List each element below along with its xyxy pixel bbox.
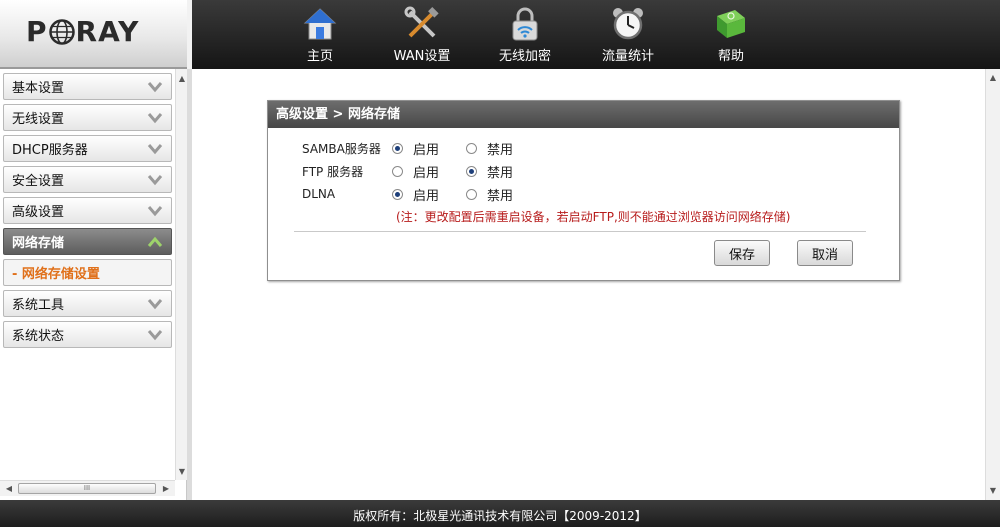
sidebar-item-dhcp-server[interactable]: DHCP服务器 bbox=[3, 135, 172, 162]
ftp-disable-option[interactable]: 禁用 bbox=[466, 162, 540, 181]
network-storage-panel: 高级设置 > 网络存储 SAMBA服务器 启用 禁用 FTP 服务器 启用 禁用 bbox=[267, 100, 900, 281]
nav-home-label: 主页 bbox=[306, 49, 333, 64]
sidebar-item-label: 安全设置 bbox=[12, 174, 65, 189]
globe-icon bbox=[48, 18, 75, 45]
chevron-down-icon bbox=[147, 113, 163, 124]
sidebar-item-label: 网络存储 bbox=[12, 236, 65, 251]
panel-title: 高级设置 > 网络存储 bbox=[268, 101, 899, 128]
scroll-up-arrow-icon[interactable]: ▲ bbox=[987, 72, 999, 84]
sidebar-item-label: 基本设置 bbox=[12, 81, 65, 96]
sidebar-item-label: 无线设置 bbox=[12, 112, 65, 127]
ftp-disable-label: 禁用 bbox=[487, 165, 514, 181]
sidebar-subitem-network-storage-settings[interactable]: - 网络存储设置 bbox=[3, 259, 172, 286]
restart-note: (注：更改配置后需重启设备，若启动FTP,则不能通过浏览器访问网络存储) bbox=[396, 210, 791, 224]
samba-disable-label: 禁用 bbox=[487, 142, 514, 158]
scroll-right-arrow-icon[interactable]: ▶ bbox=[160, 483, 172, 495]
ftp-server-label: FTP 服务器 bbox=[302, 164, 364, 179]
sidebar-item-wireless-settings[interactable]: 无线设置 bbox=[3, 104, 172, 131]
logo-letters-ray: RAY bbox=[75, 15, 140, 48]
dlna-enable-option[interactable]: 启用 bbox=[392, 185, 466, 204]
scroll-down-arrow-icon[interactable]: ▼ bbox=[987, 485, 999, 497]
sidebar-item-system-tools[interactable]: 系统工具 bbox=[3, 290, 172, 317]
save-button[interactable]: 保存 bbox=[714, 240, 770, 266]
alarm-clock-icon bbox=[613, 8, 643, 40]
ftp-enable-radio[interactable] bbox=[392, 165, 403, 177]
home-icon bbox=[303, 8, 337, 40]
sidebar-item-label: 系统工具 bbox=[12, 298, 65, 313]
ftp-disable-radio[interactable] bbox=[466, 165, 477, 177]
chevron-down-icon bbox=[147, 82, 163, 93]
footer: 版权所有：北极星光通讯技术有限公司【2009-2012】 bbox=[0, 500, 1000, 527]
nav-traffic-stats[interactable]: 流量统计 bbox=[583, 6, 673, 64]
sidebar-horizontal-scrollbar[interactable]: ◀ III ▶ bbox=[0, 480, 175, 496]
wifi-lock-icon bbox=[512, 7, 538, 41]
nav-wan-settings[interactable]: WAN设置 bbox=[377, 6, 467, 64]
help-book-icon bbox=[717, 10, 745, 38]
sidebar-item-label: DHCP服务器 bbox=[12, 143, 88, 158]
sidebar-item-label: 高级设置 bbox=[12, 205, 65, 220]
sidebar-item-advanced-settings[interactable]: 高级设置 bbox=[3, 197, 172, 224]
dlna-disable-radio[interactable] bbox=[466, 188, 477, 200]
sidebar-item-security-settings[interactable]: 安全设置 bbox=[3, 166, 172, 193]
sidebar: 基本设置 无线设置 DHCP服务器 安全设置 高级设置 网络存储 - 网络存储设… bbox=[0, 69, 187, 500]
main-vertical-scrollbar[interactable]: ▲ ▼ bbox=[985, 69, 1000, 500]
copyright-text: 版权所有：北极星光通讯技术有限公司【2009-2012】 bbox=[353, 509, 647, 523]
horizontal-scroll-thumb[interactable]: III bbox=[18, 483, 156, 494]
samba-disable-option[interactable]: 禁用 bbox=[466, 139, 540, 158]
dlna-disable-option[interactable]: 禁用 bbox=[466, 185, 540, 204]
logo-letter-p: P bbox=[26, 15, 48, 48]
chevron-down-icon bbox=[147, 175, 163, 186]
scroll-left-arrow-icon[interactable]: ◀ bbox=[3, 483, 15, 495]
top-header: P RAY 主页 WAN设置 无线加密 流量统计 帮助 bbox=[0, 0, 1000, 69]
chevron-down-icon bbox=[147, 206, 163, 217]
logo-area: P RAY bbox=[0, 0, 187, 69]
nav-wan-label: WAN设置 bbox=[393, 49, 451, 64]
dlna-disable-label: 禁用 bbox=[487, 188, 514, 204]
samba-enable-radio[interactable] bbox=[392, 142, 403, 154]
tools-icon bbox=[404, 6, 439, 38]
chevron-down-icon bbox=[147, 299, 163, 310]
chevron-up-icon bbox=[147, 236, 163, 247]
samba-disable-radio[interactable] bbox=[466, 142, 477, 154]
cancel-button[interactable]: 取消 bbox=[797, 240, 853, 266]
samba-server-label: SAMBA服务器 bbox=[302, 141, 381, 156]
sidebar-item-basic-settings[interactable]: 基本设置 bbox=[3, 73, 172, 100]
panel-divider bbox=[294, 231, 866, 232]
header-separator bbox=[187, 0, 192, 69]
ftp-enable-label: 启用 bbox=[413, 165, 440, 181]
chevron-down-icon bbox=[147, 330, 163, 341]
sidebar-item-label: 系统状态 bbox=[12, 329, 65, 344]
samba-enable-option[interactable]: 启用 bbox=[392, 139, 466, 158]
sidebar-item-system-status[interactable]: 系统状态 bbox=[3, 321, 172, 348]
dlna-enable-radio[interactable] bbox=[392, 188, 403, 200]
ftp-server-row: FTP 服务器 启用 禁用 bbox=[302, 161, 540, 181]
ftp-enable-option[interactable]: 启用 bbox=[392, 162, 466, 181]
chevron-down-icon bbox=[147, 144, 163, 155]
nav-help[interactable]: 帮助 bbox=[686, 6, 776, 64]
sidebar-vertical-scrollbar[interactable]: ▲ ▼ bbox=[175, 69, 187, 480]
dlna-enable-label: 启用 bbox=[413, 188, 440, 204]
poray-logo: P RAY bbox=[26, 15, 139, 48]
nav-home[interactable]: 主页 bbox=[275, 6, 365, 64]
dlna-label: DLNA bbox=[302, 187, 336, 201]
nav-help-label: 帮助 bbox=[717, 49, 744, 64]
sidebar-item-label: - 网络存储设置 bbox=[12, 267, 100, 282]
samba-server-row: SAMBA服务器 启用 禁用 bbox=[302, 138, 540, 158]
main-content: 高级设置 > 网络存储 SAMBA服务器 启用 禁用 FTP 服务器 启用 禁用 bbox=[192, 69, 985, 500]
sidebar-item-network-storage[interactable]: 网络存储 bbox=[3, 228, 172, 255]
samba-enable-label: 启用 bbox=[413, 142, 440, 158]
dlna-row: DLNA 启用 禁用 bbox=[302, 184, 540, 204]
nav-wireless-encryption[interactable]: 无线加密 bbox=[480, 6, 570, 64]
nav-traffic-label: 流量统计 bbox=[601, 49, 654, 64]
nav-wireless-label: 无线加密 bbox=[498, 49, 551, 64]
